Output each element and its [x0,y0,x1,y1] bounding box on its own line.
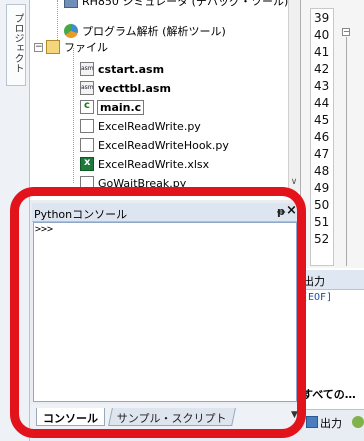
tree-scrollbar[interactable] [288,0,300,192]
project-tree-tab-label: プロジェクト [12,13,23,73]
line-number: 49 [314,181,330,195]
tab-sample-scripts-label: サンプル・スクリプト [116,412,227,425]
tab-output[interactable]: 出力 [320,415,342,431]
tree-connector [57,0,58,40]
tree-item-label: プログラム解析 (解析ツール) [82,25,226,38]
fold-toggle[interactable]: − [342,28,350,36]
line-number-gutter: 39 40 41 42 43 44 45 46 47 48 49 50 51 5… [310,8,334,266]
tree-connector [73,48,74,183]
tree-item-excelreadwritehook-py[interactable]: ExcelReadWriteHook.py [80,136,229,154]
tree-item-label: RH850 シミュレータ (デバッグ・ツール) [82,0,288,8]
file-icon [80,138,94,152]
line-number: 39 [314,11,330,25]
chevron-down-icon[interactable]: ▼ [291,410,298,420]
tab-sample-scripts[interactable]: サンプル・スクリプト [108,408,236,426]
tree-item-gowaitbreak-py[interactable]: GoWaitBreak.py [80,174,186,192]
file-icon [80,176,94,190]
tree-item-label: main.c [96,99,145,115]
tree-item-label: ExcelReadWrite.xlsx [98,157,210,171]
left-tab-strip: プロジェクト [0,0,30,441]
tree-item-label: ExcelReadWriteHook.py [98,138,229,152]
all-results-label: すべての… [302,388,356,401]
line-number: 40 [314,28,330,42]
pin-icon[interactable]: ᵽ [277,205,285,218]
line-number: 42 [314,62,330,76]
line-number: 44 [314,96,330,110]
tree-item-emulator[interactable]: RH850 シミュレータ (デバッグ・ツール) [64,0,288,10]
tab-console[interactable]: コンソール [36,408,105,426]
line-number: 46 [314,130,330,144]
tree-item-cstart-asm[interactable]: cstart.asm [80,60,164,78]
collapse-toggle[interactable]: − [34,43,43,52]
tree-item-label: cstart.asm [98,62,165,76]
tree-item-main-c[interactable]: main.c [80,98,145,116]
close-icon[interactable]: × [286,203,297,218]
line-number: 45 [314,113,330,127]
line-number: 48 [314,164,330,178]
c-file-icon [80,100,94,114]
analysis-icon [64,24,78,38]
project-tree-tab[interactable]: プロジェクト [6,4,26,86]
line-number: 47 [314,147,330,161]
line-number: 52 [314,232,330,246]
tree-item-label: GoWaitBreak.py [98,176,187,190]
output-text: [EOF] [302,292,333,303]
file-icon [80,119,94,133]
output-pane-title: 出力 [303,275,325,288]
python-console-title: Pythonコンソール [34,208,128,221]
folder-icon [46,40,60,54]
tree-item-files-folder[interactable]: ファイル [46,38,108,56]
tree-item-vecttbl-asm[interactable]: vecttbl.asm [80,79,171,97]
asm-file-icon [80,62,94,76]
tree-item-excelreadwrite-py[interactable]: ExcelReadWrite.py [80,117,201,135]
asm-file-icon [80,81,94,95]
line-number: 43 [314,79,330,93]
fold-guide [346,37,347,266]
tree-item-excelreadwrite-xlsx[interactable]: ExcelReadWrite.xlsx [80,155,209,173]
globe-icon[interactable] [352,416,364,428]
chevron-down-icon[interactable]: ∨ [289,177,299,187]
excel-file-icon [80,157,94,171]
line-number: 51 [314,215,330,229]
tree-item-label: vecttbl.asm [98,81,171,95]
output-icon [306,416,318,428]
python-console-input[interactable] [33,222,297,402]
tree-item-label: ExcelReadWrite.py [98,119,201,133]
console-prompt: >>> [35,224,54,235]
line-number: 41 [314,45,330,59]
line-number: 50 [314,198,330,212]
project-tree: RH850 シミュレータ (デバッグ・ツール) プログラム解析 (解析ツール) … [30,0,288,192]
tree-item-label: ファイル [64,41,108,54]
emulator-icon [64,0,78,8]
